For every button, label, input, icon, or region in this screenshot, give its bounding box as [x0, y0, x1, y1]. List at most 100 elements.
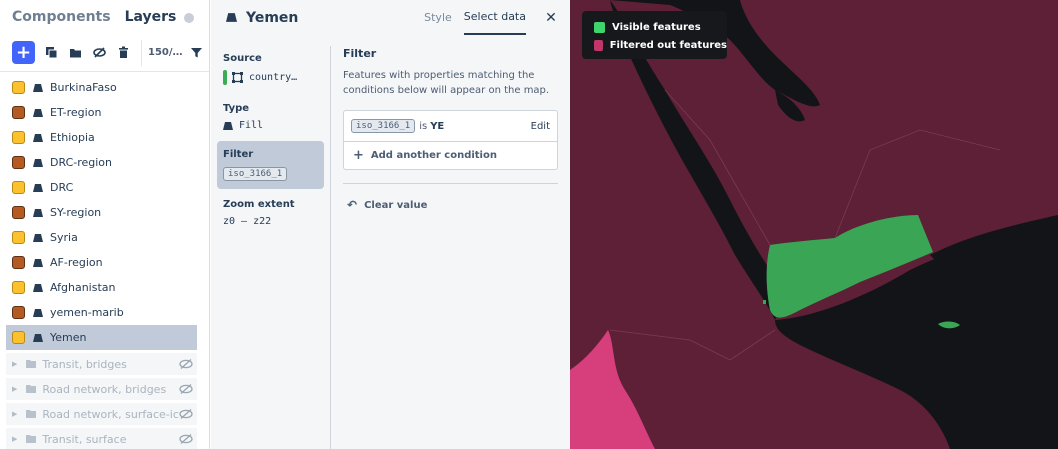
filter-layers-icon[interactable] [184, 41, 208, 65]
panel-divider [330, 46, 331, 449]
map-canvas[interactable]: Visible features Filtered out features [570, 0, 1058, 449]
layer-name: AF-region [50, 256, 103, 269]
legend-visible-swatch [594, 21, 605, 33]
tab-layers[interactable]: Layers [125, 9, 177, 25]
layer-item[interactable]: Afghanistan [0, 275, 197, 300]
legend-filtered-row: Filtered out features [594, 36, 727, 54]
layers-status-dot-icon [184, 13, 195, 23]
fill-layer-icon [33, 158, 43, 167]
folder-icon [26, 385, 37, 393]
layer-item[interactable]: DRC-region [0, 150, 197, 175]
filter-divider [343, 183, 558, 184]
expand-caret-icon[interactable]: ▶ [12, 360, 17, 368]
expand-caret-icon[interactable]: ▶ [12, 410, 17, 418]
layer-item[interactable]: SY-region [0, 200, 197, 225]
type-property[interactable]: Type Fill [217, 95, 324, 139]
map-legend: Visible features Filtered out features [582, 11, 727, 59]
layer-color-swatch [12, 281, 25, 294]
layer-group[interactable]: ▶ Road network, surface-icons [6, 403, 197, 428]
expand-caret-icon[interactable]: ▶ [12, 385, 17, 393]
legend-filtered-label: Filtered out features [609, 39, 727, 51]
layer-item[interactable]: AF-region [0, 250, 197, 275]
close-icon[interactable]: ✕ [544, 10, 558, 26]
layer-color-swatch [12, 106, 25, 119]
edit-condition-button[interactable]: Edit [531, 121, 550, 132]
layer-name: DRC [50, 181, 74, 194]
duplicate-layer-icon[interactable] [39, 41, 63, 65]
type-label: Type [223, 103, 250, 114]
fill-layer-icon [33, 183, 43, 192]
source-property[interactable]: Source country… [217, 45, 324, 93]
layer-item[interactable]: BurkinaFaso [0, 75, 197, 100]
condition-property-chip: iso_3166_1 [351, 119, 416, 133]
filter-description: Features with properties matching the co… [343, 70, 550, 96]
filter-property[interactable]: Filter iso_3166_1 [217, 141, 324, 189]
tab-components[interactable]: Components [12, 9, 111, 25]
filter-label: Filter [223, 149, 254, 160]
layer-item[interactable]: yemen-marib [0, 300, 197, 325]
group-name: Transit, surface [42, 432, 127, 446]
filter-condition-row[interactable]: iso_3166_1 is YE Edit [344, 111, 557, 142]
fill-layer-icon [33, 308, 43, 317]
condition-value: YE [430, 120, 445, 132]
layer-group[interactable]: ▶ Transit, bridges [6, 353, 197, 378]
layer-item[interactable]: DRC [0, 175, 197, 200]
hidden-eye-icon[interactable] [179, 359, 193, 369]
fill-layer-icon [33, 233, 43, 242]
hidden-eye-icon[interactable] [179, 434, 193, 444]
layer-name: Afghanistan [50, 281, 116, 294]
properties-tabs: Style Select data ✕ [424, 0, 558, 35]
expand-caret-icon[interactable]: ▶ [12, 435, 17, 443]
hidden-eye-icon[interactable] [179, 409, 193, 419]
layer-list: BurkinaFaso ET-region Ethiopia DRC-regio… [0, 72, 209, 449]
add-layer-button[interactable]: + [12, 41, 35, 64]
zoom-extent-property[interactable]: Zoom extent z0 – z22 [217, 191, 324, 235]
delete-layer-icon[interactable] [111, 41, 135, 65]
polygon-source-icon [232, 72, 243, 83]
fill-layer-icon [33, 108, 43, 117]
layer-color-swatch [12, 81, 25, 94]
fill-layer-icon [33, 83, 43, 92]
legend-visible-row: Visible features [594, 18, 727, 36]
tab-select-data[interactable]: Select data [463, 0, 526, 35]
type-value: Fill [239, 120, 264, 131]
add-condition-button[interactable]: + Add another condition [344, 142, 557, 169]
layer-properties-panel: Yemen Style Select data ✕ Source country… [211, 0, 570, 449]
clear-value-button[interactable]: ↶ Clear value [343, 198, 558, 212]
toolbar-divider [141, 39, 142, 66]
layer-color-swatch [12, 206, 25, 219]
layer-item[interactable]: Syria [0, 225, 197, 250]
layer-name: DRC-region [50, 156, 113, 169]
layer-color-swatch [12, 256, 25, 269]
layer-title: Yemen [246, 9, 299, 26]
group-name: Transit, bridges [42, 357, 127, 371]
fill-layer-icon [33, 258, 43, 267]
layers-toolbar: + 150/… [0, 34, 209, 72]
group-name: Road network, surface-icons [42, 407, 179, 421]
legend-filtered-swatch [594, 39, 603, 51]
group-name: Road network, bridges [42, 382, 167, 396]
panel-tabs: Components Layers [0, 0, 209, 34]
fill-layer-icon [33, 133, 43, 142]
layer-item-selected[interactable]: Yemen [6, 325, 197, 350]
layer-item[interactable]: Ethiopia [0, 125, 197, 150]
layer-color-swatch [12, 231, 25, 244]
filter-editor-title: Filter [343, 47, 377, 60]
folder-icon[interactable] [63, 41, 87, 65]
conditions-box: iso_3166_1 is YE Edit + Add another cond… [343, 110, 558, 170]
layer-item[interactable]: ET-region [0, 100, 197, 125]
layer-name: Yemen [50, 331, 87, 344]
layer-name: Ethiopia [50, 131, 95, 144]
properties-header: Yemen Style Select data ✕ [211, 0, 570, 35]
folder-icon [26, 435, 37, 443]
layer-group[interactable]: ▶ Transit, surface [6, 428, 197, 449]
plus-icon: + [353, 148, 364, 163]
tab-style[interactable]: Style [424, 0, 452, 35]
layer-group[interactable]: ▶ Road network, bridges [6, 378, 197, 403]
layer-name: yemen-marib [50, 306, 124, 319]
property-list: Source country… Type Fill Filter iso_316… [217, 45, 324, 237]
map-shapes [570, 0, 1058, 449]
hidden-eye-icon[interactable] [179, 384, 193, 394]
layers-panel: Components Layers + 150/… BurkinaFaso ET… [0, 0, 210, 449]
hide-layer-icon[interactable] [87, 41, 111, 65]
